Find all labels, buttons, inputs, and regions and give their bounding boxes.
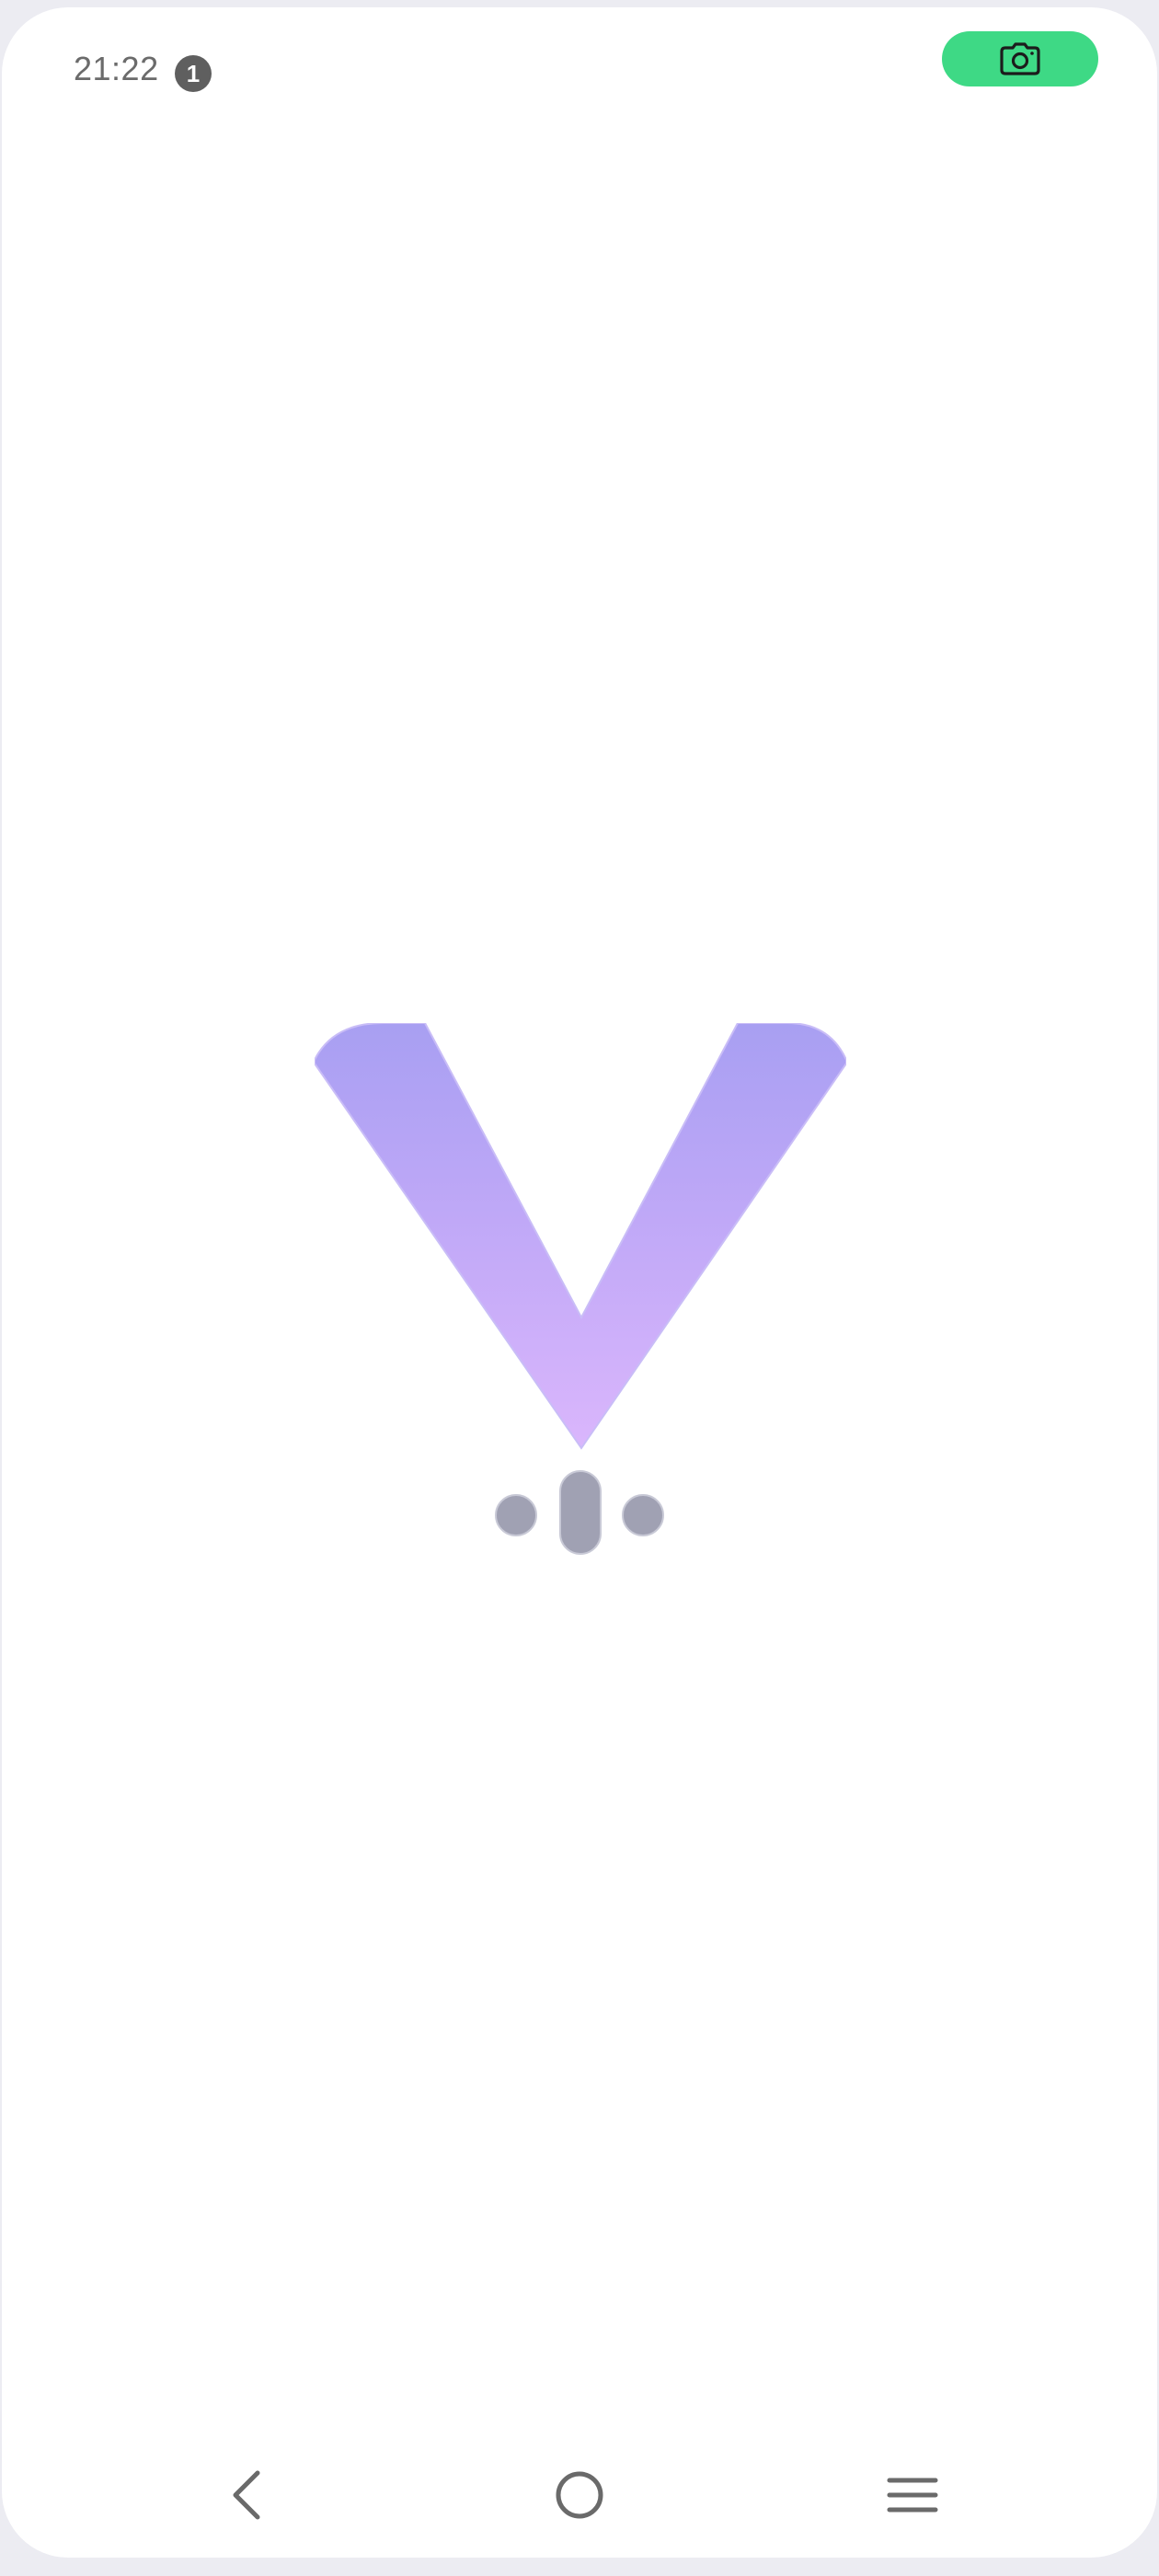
- back-chevron-icon: [233, 2470, 260, 2520]
- menu-lines-icon: [887, 2478, 938, 2513]
- v-logo-icon: [315, 1023, 846, 1450]
- home-circle-icon: [556, 2471, 603, 2519]
- loader-dot-left: [495, 1494, 537, 1536]
- recent-apps-button[interactable]: [876, 2458, 949, 2532]
- home-button[interactable]: [543, 2458, 616, 2532]
- back-button[interactable]: [210, 2458, 283, 2532]
- loader-dot-center: [559, 1470, 602, 1555]
- system-navigation-bar: [2, 2436, 1157, 2558]
- splash-content: [2, 7, 1157, 2558]
- loading-indicator: [495, 1470, 666, 1558]
- app-screen: 21:22 1: [2, 7, 1157, 2558]
- loader-dot-right: [622, 1494, 664, 1536]
